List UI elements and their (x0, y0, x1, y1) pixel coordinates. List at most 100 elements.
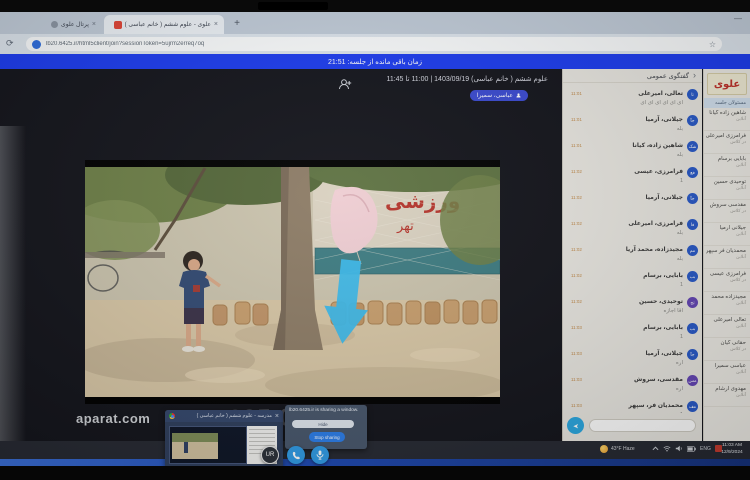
windows-taskbar: 43°F Haze ENG 11:03 AM 12/9/2024 (0, 441, 750, 459)
participant-row: شاهین زاده کیانا آنلاین (704, 108, 750, 131)
avatar: شک (687, 141, 698, 152)
participant-status: آنلاین (706, 116, 746, 122)
outdoor-scene: ورزشی تهر (85, 160, 500, 403)
stop-sharing-button[interactable]: Stop sharing (309, 432, 345, 442)
chat-panel: ‹ گفتگوی عمومی تا تعالی، امیرعلی 11:01 ا… (562, 69, 702, 441)
shared-video[interactable]: ورزشی تهر (85, 160, 500, 404)
tab-close-icon[interactable]: × (92, 21, 96, 28)
chat-sender-name: مجیدزاده، محمد آریا (626, 246, 683, 253)
participant-status: آنلاین (706, 300, 746, 306)
avatar: مم (687, 245, 698, 256)
phone-button[interactable] (287, 446, 305, 464)
red-favicon (114, 21, 122, 29)
chat-sender-name: فرامرزی، عیسی (634, 168, 683, 175)
chat-message: مس مقدسی، سروش 11:03 آره (567, 373, 698, 399)
hide-button[interactable]: Hide (292, 420, 354, 428)
weather-icon (600, 445, 608, 453)
avatar-initials: تح (690, 300, 694, 306)
preview-title: مدرسه - علوم ششم ( خانم عباسی ) (178, 413, 272, 419)
avatar-initials: فع (690, 170, 695, 176)
globe-favicon (51, 21, 58, 28)
chat-sender-name: توحیدی، حسین (639, 298, 683, 305)
presenter-name: عباسی، سمیرا (477, 92, 513, 99)
avatar: بب (687, 323, 698, 334)
chat-timestamp: 11:02 (571, 169, 582, 174)
participant-row: مهدوی آرشام آنلاین (704, 384, 750, 407)
chat-timestamp: 11:02 (571, 221, 582, 226)
participants-panel: علوی مسئولان جلسه شاهین زاده کیانا آنلای… (703, 69, 750, 441)
chevron-back-icon[interactable]: ‹ (693, 70, 696, 80)
avatar-initials: جآ (690, 352, 694, 358)
new-tab-button[interactable]: + (230, 17, 244, 31)
participant-status: آنلاین (706, 162, 746, 168)
mini-child (184, 442, 188, 453)
monitor-bottom-bezel (0, 466, 750, 480)
avatar-initials: مم (690, 248, 695, 254)
chat-message: مف محمدیان فر، سپهر 11:03 1 (567, 399, 698, 413)
chat-message-text: آره (676, 386, 683, 392)
wifi-icon[interactable] (663, 445, 671, 452)
chat-message-text: 1 (680, 282, 683, 288)
chat-message-list[interactable]: تا تعالی، امیرعلی 11:01 ای ای ای ای ای ا… (563, 85, 702, 413)
avatar-initials: جآ (690, 118, 694, 124)
chat-message: جآ جیلانی، آرمیا 11:01 بله (567, 113, 698, 139)
close-icon[interactable]: × (275, 413, 279, 420)
minimize-icon[interactable]: — (734, 14, 742, 23)
taskbar-weather[interactable]: 43°F Haze (600, 445, 635, 453)
speaker-icon[interactable] (675, 445, 683, 452)
avatar: مف (687, 401, 698, 412)
participants-list[interactable]: شاهین زاده کیانا آنلاین فرامرزی امیرعلی … (704, 108, 750, 407)
chat-message: جآ جیلانی، آرمیا 11:03 آره (567, 347, 698, 373)
browser-tabbar: × پرتال علوی × علوی - علوم ششم ( خانم عب… (0, 12, 750, 34)
preview-titlebar: مدرسه - علوم ششم ( خانم عباسی ) × (165, 410, 283, 422)
chat-sender-name: شاهین زاده، کیانا (632, 142, 683, 149)
battery-icon[interactable] (687, 446, 696, 452)
chat-sender-name: تعالی، امیرعلی (638, 90, 683, 97)
send-button[interactable]: ➤ (567, 417, 584, 434)
taskbar-clock[interactable]: 11:03 AM 12/9/2024 (716, 443, 748, 456)
avatar: مس (687, 375, 698, 386)
clock-date: 12/9/2024 (716, 450, 748, 457)
chat-message-text: بله (677, 256, 683, 262)
url-field[interactable]: lb20.6425.ir/html5client/join?sessionTok… (26, 37, 722, 51)
avatar-initials: فا (691, 222, 695, 228)
manage-users-icon[interactable] (338, 77, 352, 88)
presentation-area: علوم ششم ( خانم عباسی) 1403/09/19 | 11:0… (0, 69, 562, 441)
chat-sender-name: جیلانی، آرمیا (645, 194, 683, 201)
chat-message-text: آقا اجازه (663, 308, 683, 314)
tray-chevron-icon[interactable] (652, 445, 659, 452)
chat-message-text: بله (677, 152, 683, 158)
participant-status: آنلاین (706, 185, 746, 191)
participant-row: مجیدزاده محمد آنلاین (704, 292, 750, 315)
chat-sender-name: مقدسی، سروش (634, 376, 683, 383)
avatar-initials: بب (690, 274, 696, 280)
participant-row: محمدیان فر سپهر آنلاین (704, 246, 750, 269)
tab-label: علوی - علوم ششم ( خانم عباسی ) (125, 21, 211, 28)
tab-portal[interactable]: × پرتال علوی (30, 15, 102, 34)
chat-timestamp: 11:02 (571, 195, 582, 200)
tab-close-icon[interactable]: × (214, 21, 218, 28)
chat-message: فع فرامرزی، عیسی 11:02 1 (567, 165, 698, 191)
chat-timestamp: 11:03 (571, 325, 582, 330)
avatar-initials: تا (691, 92, 694, 98)
reload-icon[interactable]: ⟳ (6, 38, 14, 49)
bookmark-star-icon[interactable]: ☆ (709, 40, 716, 49)
microphone-icon (316, 450, 324, 460)
chat-message: بب بابایی، برسام 11:02 1 (567, 269, 698, 295)
language-indicator[interactable]: ENG (700, 446, 711, 452)
participant-status: آنلاین (706, 254, 746, 260)
user-avatar-button[interactable]: UR (261, 446, 279, 464)
participant-status: آنلاین (706, 231, 746, 237)
url-text: lb20.6425.ir/html5client/join?sessionTok… (46, 41, 704, 47)
avatar: جآ (687, 193, 698, 204)
avatar-initials: جآ (690, 196, 694, 202)
chat-input[interactable] (589, 419, 696, 432)
chat-timestamp: 11:01 (571, 117, 582, 122)
participant-status: آنلاین (706, 369, 746, 375)
chat-message-text: 1 (680, 334, 683, 340)
participants-section-header: مسئولان جلسه (704, 98, 750, 108)
tab-class-session[interactable]: × علوی - علوم ششم ( خانم عباسی ) (104, 15, 224, 34)
avatar: جآ (687, 115, 698, 126)
microphone-button[interactable] (311, 446, 329, 464)
chat-message-text: آره (676, 360, 683, 366)
